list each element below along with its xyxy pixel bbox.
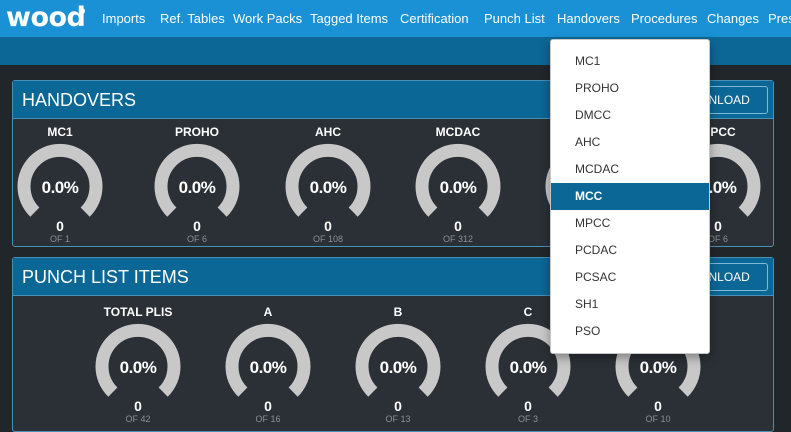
nav-pres[interactable]: Pres (768, 11, 791, 26)
dropdown-item-dmcc[interactable]: DMCC (551, 102, 709, 129)
logo-dot (79, 8, 85, 14)
nav-certification[interactable]: Certification (400, 11, 469, 26)
dropdown-item-pso[interactable]: PSO (551, 318, 709, 345)
gauge-percent: 0.0% (249, 358, 287, 377)
nav-ref-tables[interactable]: Ref. Tables (160, 11, 225, 26)
gauge-total: OF 42 (125, 414, 151, 424)
gauge-ahc[interactable]: AHC 0.0% 0 OF 108 (273, 122, 383, 247)
gauge-value: 0 (394, 398, 402, 414)
dropdown-item-sh1[interactable]: SH1 (551, 291, 709, 318)
gauge-percent: 0.0% (41, 178, 79, 197)
gauge-label: TOTAL PLIS (103, 305, 173, 319)
dropdown-item-ahc[interactable]: AHC (551, 129, 709, 156)
gauge-percent: 0.0% (509, 358, 547, 377)
gauge-total: OF 6 (186, 234, 207, 244)
gauge-total: OF 312 (442, 234, 473, 244)
wood-logo[interactable]: wood (6, 2, 86, 33)
dropdown-item-pcdac[interactable]: PCDAC (551, 237, 709, 264)
gauge-label: AHC (315, 125, 341, 139)
gauge-total-plis[interactable]: TOTAL PLIS 0.0% 0 OF 42 (83, 302, 193, 427)
gauge-total: OF 108 (312, 234, 343, 244)
gauge-value: 0 (454, 218, 462, 234)
dropdown-item-pcsac[interactable]: PCSAC (551, 264, 709, 291)
nav-changes[interactable]: Changes (707, 11, 759, 26)
top-navbar: wood Imports Ref. Tables Work Packs Tagg… (0, 0, 791, 37)
gauge-value: 0 (193, 218, 201, 234)
gauge-percent: 0.0% (439, 178, 477, 197)
nav-work-packs[interactable]: Work Packs (233, 11, 302, 26)
gauge-value: 0 (134, 398, 142, 414)
gauge-percent: 0.0% (309, 178, 347, 197)
nav-punch-list[interactable]: Punch List (484, 11, 545, 26)
dropdown-item-mcdac[interactable]: MCDAC (551, 156, 709, 183)
handovers-title: HANDOVERS (22, 90, 137, 110)
gauge-value: 0 (264, 398, 272, 414)
gauge-label: MCDAC (435, 125, 481, 139)
gauge-percent: 0.0% (639, 358, 677, 377)
nav-procedures[interactable]: Procedures (631, 11, 697, 26)
nav-tagged-items[interactable]: Tagged Items (310, 11, 388, 26)
gauge-label: A (263, 305, 273, 319)
gauge-label: MC1 (47, 125, 73, 139)
nav-handovers[interactable]: Handovers (557, 11, 620, 26)
dropdown-item-mcc[interactable]: MCC (551, 183, 709, 210)
gauge-proho[interactable]: PROHO 0.0% 0 OF 6 (142, 122, 252, 247)
gauge-a[interactable]: A 0.0% 0 OF 16 (213, 302, 323, 427)
dropdown-item-proho[interactable]: PROHO (551, 75, 709, 102)
gauge-total: OF 16 (255, 414, 281, 424)
gauge-value: 0 (524, 398, 532, 414)
gauge-value: 0 (56, 218, 64, 234)
gauge-label: PROHO (174, 125, 219, 139)
gauge-mcdac[interactable]: MCDAC 0.0% 0 OF 312 (403, 122, 513, 247)
dropdown-item-mpcc[interactable]: MPCC (551, 210, 709, 237)
gauge-total: OF 10 (645, 414, 671, 424)
gauge-total: OF 1 (49, 234, 70, 244)
gauge-percent: 0.0% (178, 178, 216, 197)
gauge-mc1[interactable]: MC1 0.0% 0 OF 1 (5, 122, 115, 247)
gauge-value: 0 (654, 398, 662, 414)
punch-list-title: PUNCH LIST ITEMS (22, 267, 189, 287)
gauge-value: 0 (324, 218, 332, 234)
gauge-total: OF 13 (385, 414, 411, 424)
gauge-label: B (393, 305, 403, 319)
dropdown-item-mc1[interactable]: MC1 (551, 48, 709, 75)
gauge-b[interactable]: B 0.0% 0 OF 13 (343, 302, 453, 427)
handover-type-dropdown: MC1 PROHO DMCC AHC MCDAC MCC MPCC PCDAC … (550, 39, 710, 354)
gauge-percent: 0.0% (119, 358, 157, 377)
nav-imports[interactable]: Imports (102, 11, 145, 26)
gauge-total: OF 3 (517, 414, 538, 424)
gauge-percent: 0.0% (379, 358, 417, 377)
